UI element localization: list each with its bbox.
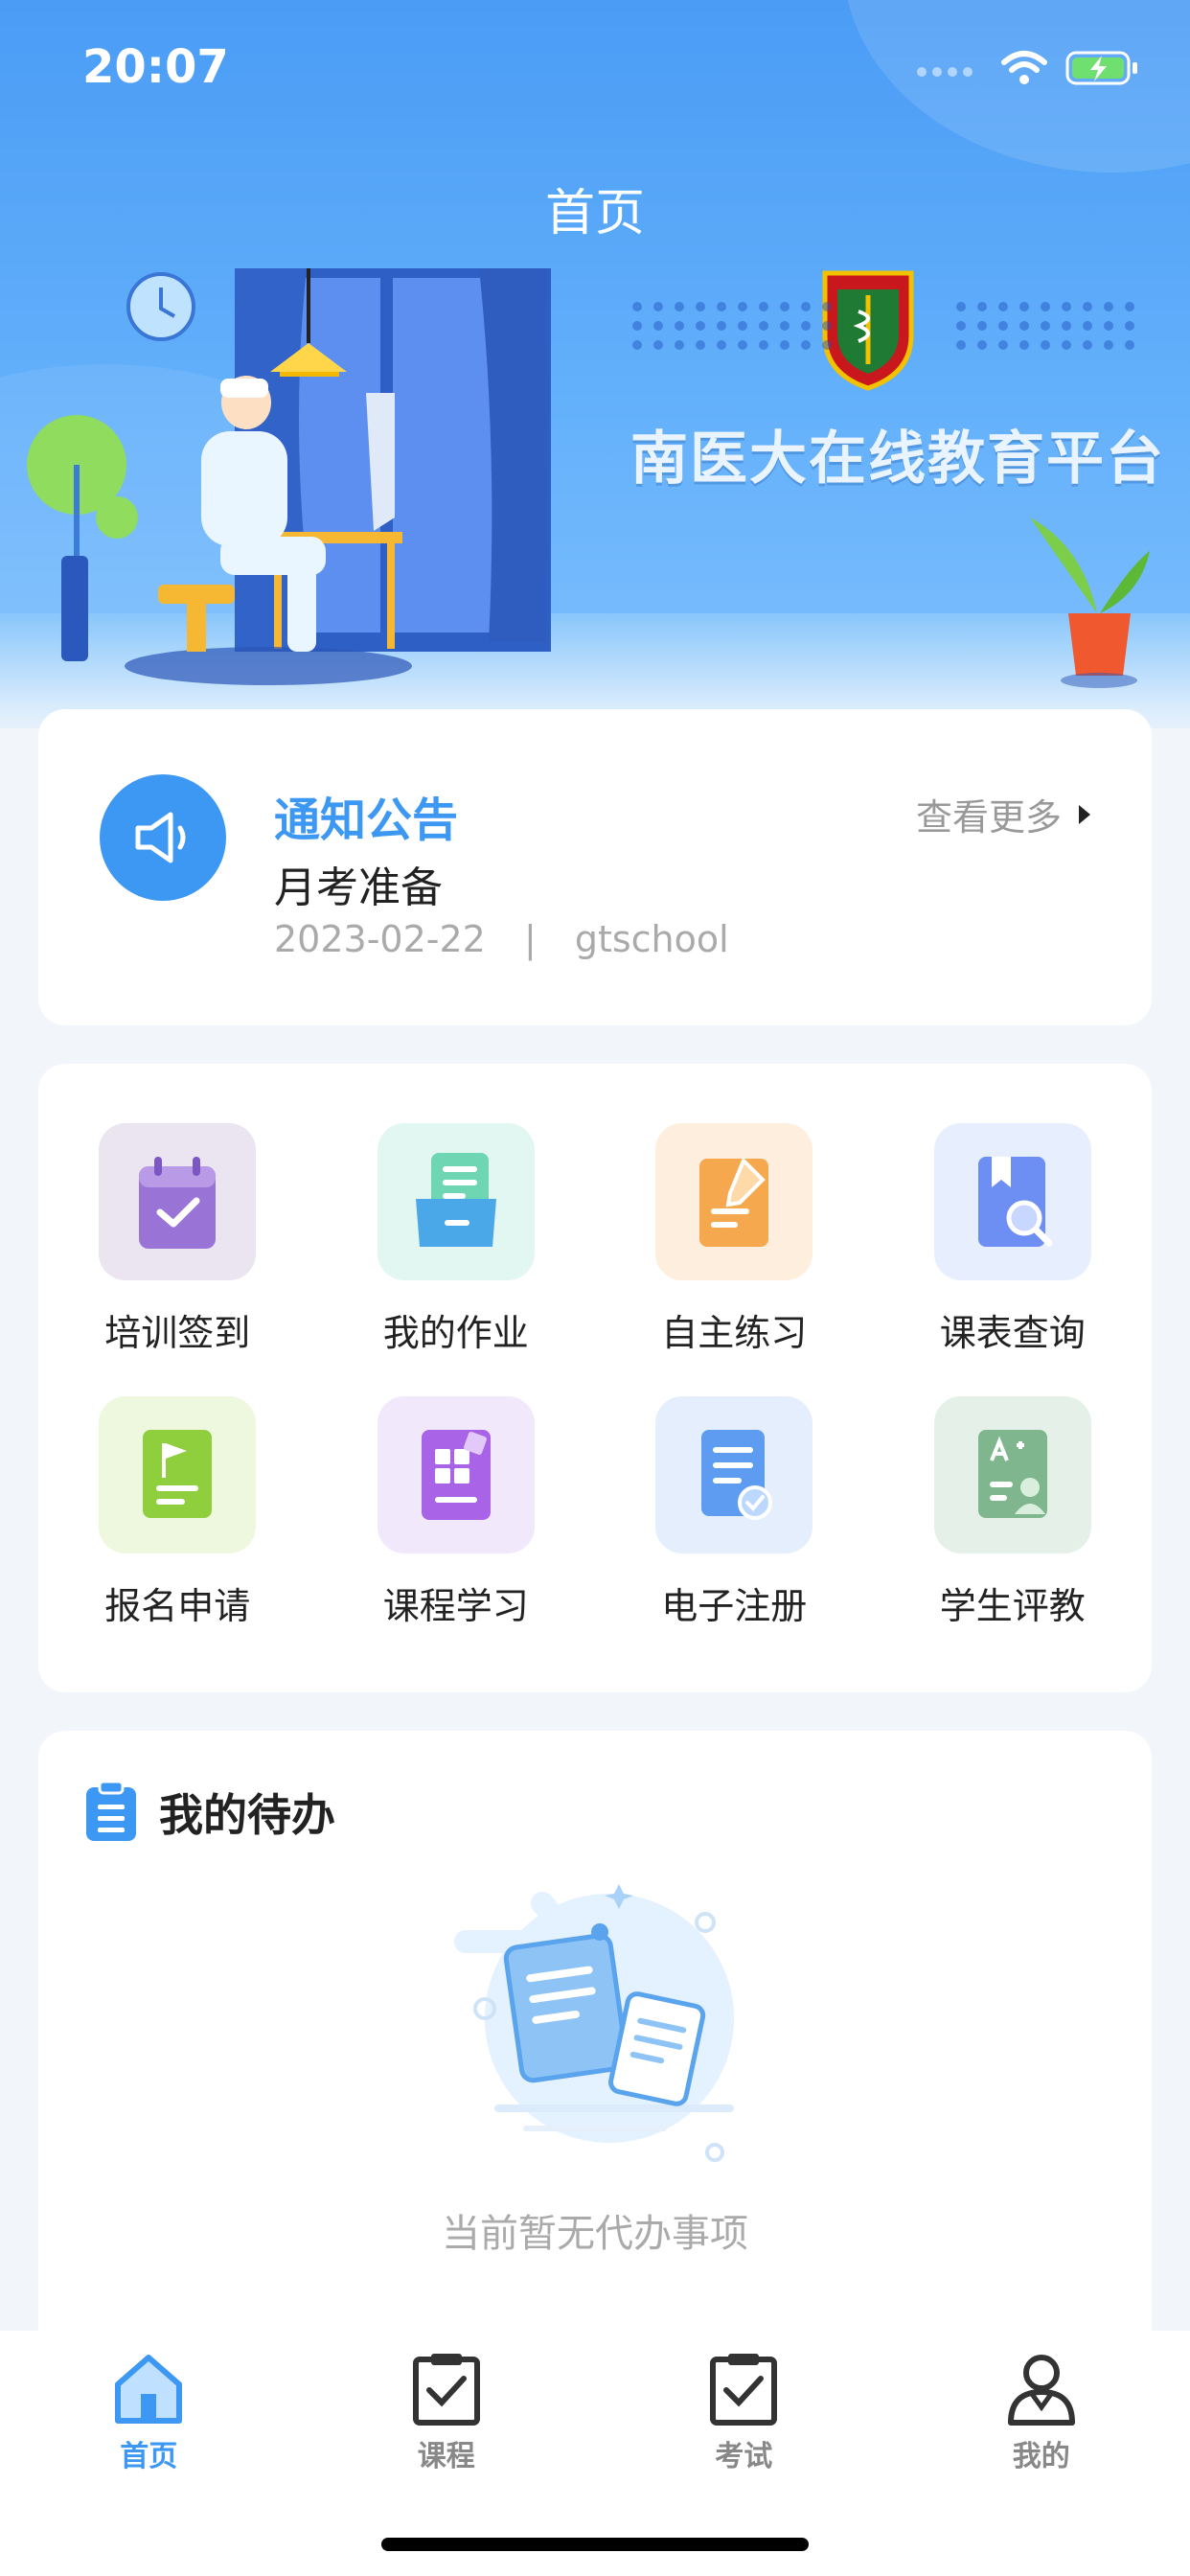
todo-empty-text: 当前暂无代办事项 [442,2212,748,2256]
feature-student-evaluation[interactable]: 学生评教 [874,1396,1153,1629]
tab-course[interactable]: 课程 [298,2350,596,2474]
tab-exam[interactable]: 考试 [595,2350,893,2474]
view-more-link[interactable]: 查看更多 [916,788,1092,840]
signal-icon [917,67,973,77]
schedule-search-icon [977,1157,1053,1247]
todo-header: 我的待办 [84,1781,335,1844]
tab-mine[interactable]: 我的 [893,2350,1190,2474]
feature-label: 我的作业 [382,1312,529,1354]
hero-decoration [843,0,1190,172]
university-logo [822,270,914,391]
feature-label: 学生评教 [939,1585,1086,1627]
feature-label: 电子注册 [661,1585,808,1627]
notice-separator: | [523,918,537,960]
tab-label: 我的 [1012,2440,1070,2473]
brand-title: 南医大在线教育平台 [630,426,1165,493]
status-time: 20:07 [82,40,229,94]
notice-author: gtschool [574,918,729,960]
feature-tile [377,1396,535,1553]
homework-icon [415,1153,496,1247]
tab-label: 考试 [715,2440,773,2473]
feature-label: 课表查询 [939,1312,1086,1354]
feature-my-homework[interactable]: 我的作业 [317,1123,596,1356]
hero-illustration [27,268,551,685]
notice-card[interactable]: 通知公告 查看更多 月考准备 2023-02-22 | gtschool [38,709,1152,1025]
feature-enroll-apply[interactable]: 报名申请 [38,1396,317,1629]
home-icon [115,2355,183,2424]
todo-title: 我的待办 [159,1789,335,1841]
view-more-label: 查看更多 [915,796,1062,839]
feature-training-checkin[interactable]: 培训签到 [38,1123,317,1356]
feature-course-study[interactable]: 课程学习 [317,1396,596,1629]
feature-tile [655,1396,813,1553]
clipboard-list-icon [86,1782,136,1841]
feature-label: 课程学习 [382,1585,529,1627]
notice-title: 通知公告 [274,794,459,847]
battery-charging-icon [1065,51,1137,85]
feature-tile [377,1123,535,1280]
status-icons [916,50,1140,86]
calendar-check-icon [139,1157,217,1249]
feature-tile [99,1396,257,1553]
page-title: 首页 [544,185,645,242]
feature-e-register[interactable]: 电子注册 [595,1396,874,1629]
feature-tile [933,1396,1091,1553]
practice-pencil-icon [699,1157,769,1247]
megaphone-icon [135,812,186,863]
feature-label: 报名申请 [104,1585,251,1627]
e-register-icon [701,1430,773,1520]
person-icon [1007,2355,1075,2426]
tab-home[interactable]: 首页 [0,2350,298,2474]
potted-plant-illustration [1030,518,1150,688]
decor-dots-left [632,302,834,350]
notice-meta: 2023-02-22 | gtschool [274,918,729,960]
clipboard-check-icon [412,2354,480,2426]
course-study-icon [421,1430,491,1520]
hero-banner: 20:07 首页 南医大在线教育平台 [0,0,1190,728]
wifi-icon [1001,51,1047,84]
feature-tile [933,1123,1091,1280]
feature-label: 自主练习 [661,1312,808,1354]
feature-self-practice[interactable]: 自主练习 [595,1123,874,1356]
tab-label: 首页 [120,2440,178,2473]
home-indicator[interactable] [381,2538,809,2551]
empty-state-illustration [454,1884,734,2162]
notice-subject[interactable]: 月考准备 [274,853,443,914]
enroll-flag-icon [143,1430,213,1518]
tab-label: 课程 [417,2440,475,2473]
notice-date: 2023-02-22 [274,918,486,960]
student-evaluation-icon [977,1430,1047,1518]
feature-label: 培训签到 [104,1312,251,1354]
feature-grid-card: 培训签到 我的作业 自主练习 课表查询 报名申请 课程学习 电子注册 学生评教 [38,1064,1152,1692]
feature-timetable-query[interactable]: 课表查询 [874,1123,1153,1356]
feature-grid: 培训签到 我的作业 自主练习 课表查询 报名申请 课程学习 电子注册 学生评教 [38,1123,1152,1629]
todo-card: 我的待办 当前暂无代办事项 [38,1731,1152,2344]
feature-tile [655,1123,813,1280]
feature-tile [99,1123,257,1280]
notice-icon-wrap [100,774,226,901]
caret-right-icon [1079,804,1090,824]
decor-dots-right [956,302,1136,350]
clipboard-check-icon [710,2354,778,2426]
